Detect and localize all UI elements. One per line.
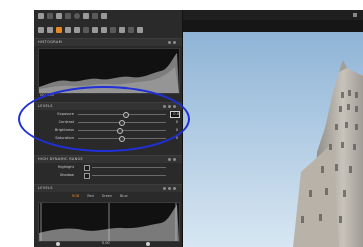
midpoint-value: 0.00 [102,241,110,245]
hdr-panel-header[interactable]: HIGH DYNAMIC RANGE [34,155,182,163]
shadow-track[interactable] [92,175,166,176]
viewer-menu-icon[interactable] [353,13,357,17]
panel-controls[interactable] [163,187,176,190]
building-photo[interactable] [183,32,363,247]
capture-icon[interactable] [56,27,62,33]
highlight-row: Highlight [40,164,178,171]
panel-controls[interactable] [168,41,176,44]
metadata-icon[interactable] [119,27,125,33]
output-icon[interactable] [128,27,134,33]
top-toolbar [34,10,107,22]
camera-icon[interactable] [38,13,44,19]
shadow-label: Shadow [59,173,74,177]
redo-icon[interactable] [65,13,71,19]
levels2-panel-header[interactable]: LEVELS [34,184,182,192]
highlight-checkbox[interactable] [84,165,90,171]
highlight-label: Highlight [57,165,74,169]
reset-icon[interactable] [92,13,98,19]
black-picker-icon[interactable] [56,242,60,246]
exposure-icon[interactable] [83,27,89,33]
panel-controls[interactable] [168,158,176,161]
annotation-ellipse [18,86,190,152]
histogram-panel-header[interactable]: HISTOGRAM [34,38,182,46]
tab-blue[interactable]: Blue [120,194,128,198]
batch-icon[interactable] [137,27,143,33]
shadow-row: Shadow [40,172,178,179]
levels2-title: LEVELS [38,186,53,190]
color-icon[interactable] [74,27,80,33]
histogram-title: HISTOGRAM [38,40,62,44]
image-viewer [183,10,363,247]
channel-tabs: RGB Red Green Blue [72,194,128,198]
refresh-icon[interactable] [83,13,89,19]
hdr-title: HIGH DYNAMIC RANGE [38,157,84,161]
pen-icon[interactable] [101,27,107,33]
crop-icon[interactable] [92,27,98,33]
viewer-toolbar [183,10,363,20]
lens-icon[interactable] [65,27,71,33]
download-icon[interactable] [47,13,53,19]
highlight-track[interactable] [92,167,166,168]
shadow-checkbox[interactable] [84,173,90,179]
photo-content [183,32,363,247]
details-icon[interactable] [110,27,116,33]
levels-histogram [38,202,180,242]
rotate-icon[interactable] [74,13,80,19]
undo-icon[interactable] [56,13,62,19]
tab-green[interactable]: Green [102,194,112,198]
levels-graph [39,203,179,241]
folder-icon[interactable] [38,27,44,33]
white-picker-icon[interactable] [146,242,150,246]
tool-tabs [34,24,143,36]
settings-icon[interactable] [101,13,107,19]
tab-rgb[interactable]: RGB [72,194,79,198]
library-icon[interactable] [47,27,53,33]
tab-red[interactable]: Red [87,194,93,198]
levels-footer: 0.00 [34,241,182,247]
